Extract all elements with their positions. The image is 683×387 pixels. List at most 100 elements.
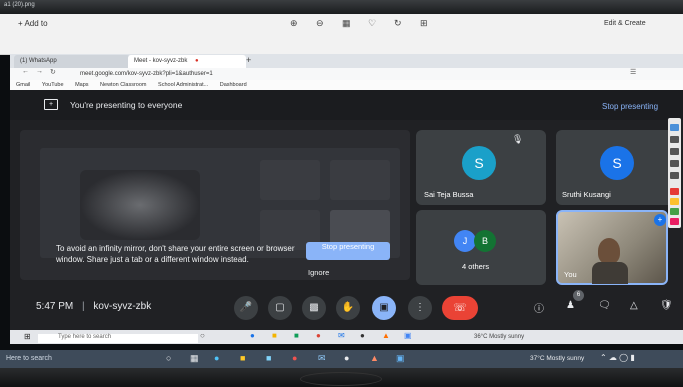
zoom-out-icon[interactable]: ⊖ bbox=[316, 18, 324, 29]
tab-label: (1) WhatsApp bbox=[20, 58, 57, 64]
tab-whatsapp[interactable]: (1) WhatsApp bbox=[14, 55, 130, 68]
mic-off-icon: 🎙 bbox=[512, 134, 524, 144]
avatar: J bbox=[454, 230, 476, 252]
windows-start-icon[interactable]: ⊞ bbox=[24, 332, 31, 341]
reload-icon[interactable]: ↻ bbox=[50, 68, 56, 76]
self-video-tile[interactable]: You + bbox=[556, 210, 668, 285]
mail-icon[interactable]: ✉ bbox=[318, 353, 326, 364]
tab-label: Meet - kov-syvz-zbk bbox=[134, 58, 188, 64]
more-options-button[interactable]: ⋮ bbox=[408, 296, 432, 320]
weather-widget[interactable]: 36°C Mostly sunny bbox=[474, 334, 524, 340]
store-icon[interactable]: ■ bbox=[294, 331, 299, 340]
stop-presenting-button[interactable]: Stop presenting bbox=[306, 242, 390, 260]
participant-name: Sruthi Kusangi bbox=[562, 190, 611, 199]
forward-icon[interactable]: → bbox=[36, 68, 43, 75]
presenting-banner: + You're presenting to everyone Stop pre… bbox=[10, 90, 683, 120]
chrome-icon[interactable]: ● bbox=[316, 331, 321, 340]
edit-create-button[interactable]: Edit & Create bbox=[604, 20, 646, 27]
bookmark-youtube[interactable]: YouTube bbox=[42, 82, 64, 88]
ignore-button[interactable]: Ignore bbox=[308, 268, 329, 277]
bookmarks-bar: Gmail YouTube Maps Newton Classroom Scho… bbox=[10, 80, 683, 90]
color-green-icon[interactable] bbox=[670, 208, 679, 215]
file-explorer-icon[interactable]: ■ bbox=[240, 353, 245, 363]
task-view-icon[interactable]: ○ bbox=[166, 353, 171, 363]
others-tile[interactable]: J B 4 others bbox=[416, 210, 546, 285]
stop-presenting-link[interactable]: Stop presenting bbox=[602, 102, 658, 111]
add-to-button[interactable]: + Add to bbox=[18, 19, 48, 28]
zoom-in-icon[interactable]: ⊕ bbox=[290, 18, 298, 29]
system-tray-icons[interactable]: ⌃ ☁ ◯ ▮ bbox=[600, 353, 635, 362]
bookmark-maps[interactable]: Maps bbox=[75, 82, 88, 88]
clock-time: 5:47 PM bbox=[36, 301, 74, 312]
participant-name: Sai Teja Bussa bbox=[424, 190, 474, 199]
chrome-icon[interactable]: ● bbox=[292, 353, 297, 363]
color-pink-icon[interactable] bbox=[670, 218, 679, 225]
meeting-details-icon[interactable]: ⓘ bbox=[534, 300, 544, 315]
tab-meet[interactable]: Meet - kov-syvz-zbk ● bbox=[128, 55, 246, 68]
url-field[interactable]: meet.google.com/kov-syvz-zbk?pli=1&authu… bbox=[80, 69, 213, 79]
presenting-text: You're presenting to everyone bbox=[70, 100, 183, 110]
app-icon[interactable]: ● bbox=[360, 331, 365, 340]
app-icon[interactable]: ▣ bbox=[396, 353, 405, 364]
pen-tool-icon[interactable] bbox=[670, 136, 679, 143]
mic-button[interactable]: 🎤 bbox=[234, 296, 258, 320]
edge-icon[interactable]: ● bbox=[250, 331, 255, 340]
bookmark-gmail[interactable]: Gmail bbox=[16, 82, 30, 88]
participant-count-badge: 6 bbox=[573, 290, 584, 301]
chat-icon[interactable]: 🗨 bbox=[598, 300, 611, 311]
bookmark-newton[interactable]: Newton Classroom bbox=[100, 82, 146, 88]
pen-tool-icon[interactable] bbox=[670, 160, 679, 167]
raise-hand-button[interactable]: ✋ bbox=[336, 296, 360, 320]
bookmark-school-admin[interactable]: School Administrat... bbox=[158, 82, 208, 88]
app-icon[interactable]: ▲ bbox=[370, 353, 379, 363]
color-red-icon[interactable] bbox=[670, 188, 679, 195]
taskbar-search-placeholder: Type here to search bbox=[58, 334, 112, 340]
activities-icon[interactable]: △ bbox=[630, 300, 638, 311]
captions-button[interactable]: ▩ bbox=[302, 296, 326, 320]
app-icon[interactable]: ▣ bbox=[404, 331, 412, 340]
pen-tool-icon[interactable] bbox=[670, 172, 679, 179]
favorite-icon[interactable]: ♡ bbox=[368, 18, 376, 29]
file-explorer-icon[interactable]: ■ bbox=[272, 331, 277, 340]
weather-widget[interactable]: 37°C Mostly sunny bbox=[530, 355, 584, 362]
present-now-button[interactable]: ▣ bbox=[372, 296, 396, 320]
new-tab-icon[interactable]: + bbox=[246, 55, 251, 65]
photos-toolbar: + Add to ⊕ ⊖ ▦ ♡ ↻ ⊞ Edit & Create bbox=[0, 14, 683, 55]
meet-window: + You're presenting to everyone Stop pre… bbox=[10, 90, 683, 330]
bookmark-dashboard[interactable]: Dashboard bbox=[220, 82, 247, 88]
delete-icon[interactable]: ▦ bbox=[342, 18, 351, 29]
self-label: You bbox=[564, 270, 577, 279]
crop-icon[interactable]: ⊞ bbox=[420, 18, 428, 29]
app-icon[interactable]: ● bbox=[344, 353, 349, 363]
pen-toolbar bbox=[668, 118, 681, 228]
self-person-figure bbox=[592, 262, 628, 284]
color-yellow-icon[interactable] bbox=[670, 198, 679, 205]
mirror-blur bbox=[80, 170, 200, 240]
self-person-figure bbox=[598, 238, 620, 264]
camera-button[interactable]: ▢ bbox=[268, 296, 292, 320]
more-options-icon[interactable]: + bbox=[654, 214, 666, 226]
app-icon[interactable]: ▲ bbox=[382, 331, 390, 340]
browser-tab-strip: (1) WhatsApp Meet - kov-syvz-zbk ● + bbox=[10, 54, 683, 68]
store-icon[interactable]: ■ bbox=[266, 353, 271, 363]
taskbar-search-box[interactable]: Type here to search bbox=[38, 334, 198, 343]
outer-search-placeholder[interactable]: Here to search bbox=[6, 355, 52, 362]
participant-tile-sruthi[interactable]: S Sruthi Kusangi bbox=[556, 130, 676, 205]
people-icon[interactable]: ♟ bbox=[566, 300, 575, 311]
recording-dot-icon: ● bbox=[195, 58, 199, 64]
edge-icon[interactable]: ● bbox=[214, 353, 219, 363]
laptop-logo bbox=[300, 372, 382, 386]
back-icon[interactable]: ← bbox=[22, 68, 29, 75]
bezel-bottom bbox=[0, 368, 683, 387]
task-view-icon[interactable]: ○ bbox=[200, 331, 205, 340]
widgets-icon[interactable]: ▦ bbox=[190, 353, 199, 364]
participant-tile-sai[interactable]: 🎙 S Sai Teja Bussa bbox=[416, 130, 546, 205]
bezel-top: a1 (20).png bbox=[0, 0, 683, 14]
rotate-icon[interactable]: ↻ bbox=[394, 18, 402, 29]
leave-call-button[interactable]: ☏ bbox=[442, 296, 478, 320]
pen-tool-icon[interactable] bbox=[670, 148, 679, 155]
host-controls-icon[interactable]: 🛡 bbox=[660, 300, 673, 311]
pen-tool-icon[interactable] bbox=[670, 124, 679, 131]
extensions-icon[interactable]: ☰ bbox=[630, 68, 636, 76]
mail-icon[interactable]: ✉ bbox=[338, 331, 345, 340]
